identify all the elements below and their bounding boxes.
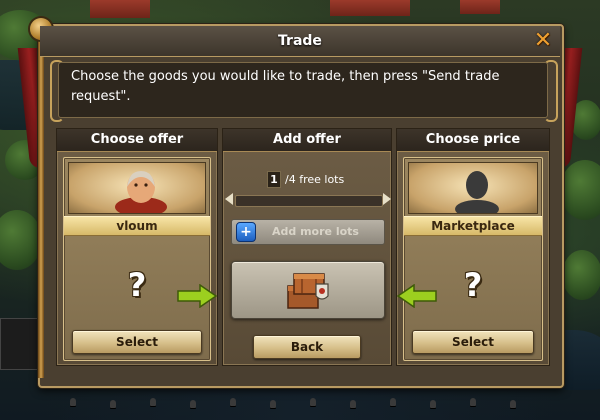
price-card: Marketplace ? Select: [403, 157, 543, 361]
roof-decoration: [330, 0, 410, 16]
roof-decoration: [460, 0, 500, 14]
fence-post: [310, 398, 316, 406]
offer-card: vloum ? Select: [63, 157, 211, 361]
arrow-left-icon: [396, 284, 437, 308]
fence-post: [230, 398, 236, 406]
fence-post: [430, 400, 436, 408]
marketplace-portrait: [408, 162, 538, 218]
plus-icon: +: [236, 222, 256, 242]
slider-right-arrow-icon[interactable]: [383, 193, 391, 205]
tree-decoration: [562, 250, 600, 300]
fence-post: [110, 400, 116, 408]
add-offer-header: Add offer: [223, 129, 391, 152]
close-icon[interactable]: ✕: [530, 28, 556, 54]
price-header: Choose price: [397, 129, 549, 152]
fence-post: [70, 398, 76, 406]
add-more-lots-label: Add more lots: [272, 225, 359, 238]
add-more-lots-button[interactable]: + Add more lots: [231, 219, 385, 245]
fence-post: [150, 398, 156, 406]
roof-decoration: [90, 0, 150, 18]
lots-text: /4 free lots: [285, 173, 345, 186]
select-price-button[interactable]: Select: [412, 330, 534, 354]
player-avatar-icon: [115, 171, 167, 217]
dialog-title: Trade: [278, 33, 322, 49]
silhouette-icon: [455, 171, 499, 218]
fence-post: [510, 400, 516, 408]
price-column: Choose price Marketplace ? Select: [396, 128, 550, 366]
back-button[interactable]: Back: [253, 335, 361, 359]
lots-count: 1: [267, 171, 281, 188]
fence-post: [390, 398, 396, 406]
lots-slider[interactable]: [235, 195, 383, 207]
marketplace-name: Marketplace: [404, 216, 542, 236]
player-portrait: [68, 162, 206, 217]
dialog-titlebar: Trade ✕: [40, 26, 560, 57]
fence-post: [190, 400, 196, 408]
tree-decoration: [560, 160, 600, 220]
fence-post: [270, 400, 276, 408]
offer-column: Choose offer vloum ? Select: [56, 128, 218, 366]
tree-decoration: [0, 210, 42, 270]
player-name: vloum: [64, 216, 210, 236]
ornament-pole: [38, 38, 44, 378]
free-lots-indicator: 1/4 free lots: [267, 171, 344, 188]
fence-post: [350, 400, 356, 408]
slider-left-arrow-icon[interactable]: [225, 193, 233, 205]
instructions-box: Choose the goods you would like to trade…: [58, 62, 548, 118]
fence-post: [470, 398, 476, 406]
offer-header: Choose offer: [57, 129, 217, 152]
select-offer-button[interactable]: Select: [72, 330, 202, 354]
crates-icon: [287, 273, 329, 309]
add-offer-column: Add offer 1/4 free lots + Add more lots …: [222, 128, 392, 366]
arrow-right-icon: [177, 284, 218, 308]
send-trade-request-button[interactable]: [231, 261, 385, 319]
instructions-text: Choose the goods you would like to trade…: [71, 69, 500, 104]
